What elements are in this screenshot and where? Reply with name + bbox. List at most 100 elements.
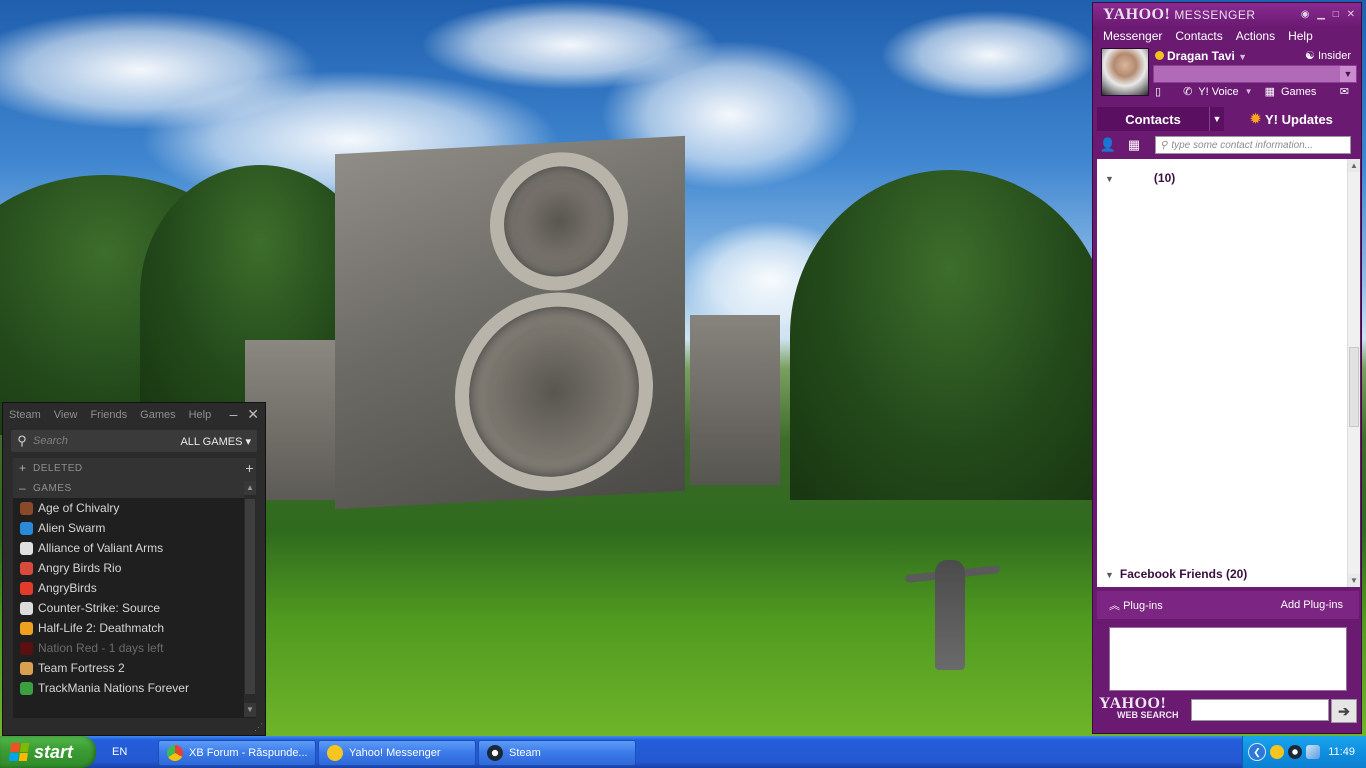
chevron-left-icon[interactable]: ❮ (1248, 743, 1266, 761)
yahoo-logo: YAHOO! (1103, 6, 1171, 23)
web-search-label: WEB SEARCH (1117, 710, 1179, 720)
chevron-up-icon: ︽ (1109, 600, 1120, 612)
mountain-right (790, 170, 1110, 500)
cloud (880, 10, 1100, 100)
steam-game-item[interactable]: Half-Life 2: Deathmatch (13, 618, 256, 638)
scrollbar-thumb[interactable] (245, 499, 255, 694)
steam-search-bar[interactable]: ⚲ Search ALL GAMES ▾ (11, 430, 257, 452)
yahoo-menu-messenger[interactable]: Messenger (1103, 29, 1162, 43)
steam-menu-help[interactable]: Help (189, 409, 212, 421)
status-message-input[interactable]: ▼ (1153, 65, 1357, 83)
steam-game-item[interactable]: TrackMania Nations Forever (13, 678, 256, 698)
steam-game-item[interactable]: Alien Swarm (13, 518, 256, 538)
collapse-triangle-icon: ▼ (1105, 174, 1114, 184)
yahoo-menu-actions[interactable]: Actions (1236, 29, 1275, 43)
game-icon (20, 661, 33, 675)
game-name: Counter-Strike: Source (38, 601, 161, 615)
contact-group-facebook[interactable]: ▼ Facebook Friends (20) (1105, 567, 1247, 581)
task-label: Steam (509, 747, 541, 759)
network-icon[interactable] (1306, 745, 1320, 759)
steam-game-item[interactable]: Team Fortress 2 (13, 658, 256, 678)
task-steam[interactable]: Steam (478, 740, 636, 766)
scroll-down-icon[interactable]: ▼ (244, 703, 256, 717)
chevron-down-icon[interactable]: ▼ (1340, 66, 1356, 82)
yahoo-menu-contacts[interactable]: Contacts (1175, 29, 1222, 43)
mobile-icon[interactable]: ▯ (1155, 85, 1161, 98)
contact-search-input[interactable]: ⚲ type some contact information... (1155, 136, 1351, 154)
game-name: Half-Life 2: Deathmatch (38, 621, 165, 635)
scroll-down-icon[interactable]: ▼ (1348, 574, 1360, 587)
steam-icon (487, 745, 503, 761)
plugins-toggle[interactable]: ︽ Plug-ins (1109, 597, 1163, 613)
tab-contacts[interactable]: Contacts (1097, 107, 1209, 131)
steam-menu-steam[interactable]: Steam (9, 409, 41, 421)
game-name: Age of Chivalry (38, 501, 120, 515)
plugins-bar: ︽ Plug-ins Add Plug-ins (1097, 591, 1359, 619)
mail-icon[interactable]: ✉ (1340, 85, 1349, 98)
contact-list-scrollbar[interactable]: ▲ ▼ (1347, 159, 1360, 587)
steam-search-input[interactable]: Search (33, 435, 180, 447)
steam-filter-dropdown[interactable]: ALL GAMES ▾ (180, 435, 257, 448)
user-status-name[interactable]: Dragan Tavi ▼ (1155, 49, 1247, 63)
steam-category-deleted[interactable]: + DELETED + (13, 458, 256, 478)
steam-menu-friends[interactable]: Friends (90, 409, 127, 421)
minimize-icon[interactable]: ▁ (1317, 9, 1325, 20)
options-icon[interactable]: ◉ (1301, 9, 1310, 20)
web-search-input[interactable] (1191, 699, 1329, 721)
steam-game-item[interactable]: Counter-Strike: Source (13, 598, 256, 618)
chevron-down-icon[interactable]: ▼ (1245, 87, 1253, 96)
status-dot-icon (1155, 51, 1164, 60)
windows-flag-icon (8, 743, 30, 761)
scroll-up-icon[interactable]: ▲ (1348, 159, 1360, 172)
resize-grip-icon[interactable]: ⋰ (254, 722, 263, 733)
close-icon[interactable]: ✕ (1347, 9, 1355, 20)
game-name: Angry Birds Rio (38, 561, 122, 575)
arrow-right-icon[interactable]: ➔ (1331, 699, 1357, 723)
sun-icon: ✹ (1250, 111, 1261, 126)
steam-game-item[interactable]: Angry Birds Rio (13, 558, 256, 578)
yahoo-tray-icon[interactable] (1270, 745, 1284, 759)
steam-game-item[interactable]: Age of Chivalry (13, 498, 256, 518)
steam-game-item[interactable]: Nation Red - 1 days left (13, 638, 256, 658)
steam-window: Steam View Friends Games Help – ✕ ⚲ Sear… (2, 402, 266, 736)
language-indicator[interactable]: EN (112, 736, 127, 768)
insider-link[interactable]: ☯ Insider (1305, 49, 1351, 62)
grid-view-icon[interactable]: ▦ (1123, 137, 1145, 153)
steam-menu-view[interactable]: View (54, 409, 78, 421)
system-tray: ❮ 11:49 (1242, 736, 1366, 768)
yahoo-profile: Dragan Tavi ▼ ☯ Insider ▼ ▯ ✆ Y! Voice ▼… (1093, 45, 1361, 99)
insider-label: Insider (1317, 50, 1351, 62)
maximize-icon[interactable]: □ (1333, 9, 1339, 20)
scroll-up-icon[interactable]: ▲ (244, 481, 256, 495)
steam-list-scrollbar[interactable]: ▲ ▼ (244, 481, 256, 717)
tab-updates[interactable]: ✹ Y! Updates (1224, 107, 1359, 131)
collapse-triangle-icon: ▼ (1105, 570, 1114, 580)
task-yahoo-messenger[interactable]: Yahoo! Messenger (318, 740, 476, 766)
contact-list: ▼ (10) ▼ Facebook Friends (20) (1097, 159, 1347, 587)
add-plugins-link[interactable]: Add Plug-ins (1281, 599, 1343, 611)
task-chrome[interactable]: XB Forum - Răspunde... (158, 740, 316, 766)
clock[interactable]: 11:49 (1328, 746, 1355, 758)
avatar[interactable] (1101, 48, 1149, 96)
tab-updates-label: Y! Updates (1265, 111, 1333, 127)
add-contact-icon[interactable]: 👤 (1097, 137, 1119, 153)
contact-group-1[interactable]: ▼ (10) (1105, 171, 1175, 185)
steam-menu-games[interactable]: Games (140, 409, 175, 421)
steam-category-games[interactable]: – GAMES (13, 478, 256, 498)
contact-group-count: (10) (1153, 171, 1176, 185)
task-label: XB Forum - Răspunde... (189, 747, 308, 759)
games-link[interactable]: Games (1281, 86, 1316, 98)
game-name: Alien Swarm (38, 521, 106, 535)
add-game-icon[interactable]: + (245, 460, 254, 476)
game-icon (20, 581, 33, 595)
close-icon[interactable]: ✕ (247, 406, 259, 422)
chevron-down-icon[interactable]: ▼ (1209, 107, 1224, 131)
steam-game-item[interactable]: Alliance of Valiant Arms (13, 538, 256, 558)
yahoo-menu-help[interactable]: Help (1288, 29, 1313, 43)
steam-tray-icon[interactable] (1288, 745, 1302, 759)
voice-link[interactable]: Y! Voice (1198, 86, 1238, 98)
minimize-icon[interactable]: – (230, 406, 238, 422)
start-button[interactable]: start (0, 736, 96, 768)
steam-game-item[interactable]: AngryBirds (13, 578, 256, 598)
scrollbar-thumb[interactable] (1349, 347, 1359, 427)
